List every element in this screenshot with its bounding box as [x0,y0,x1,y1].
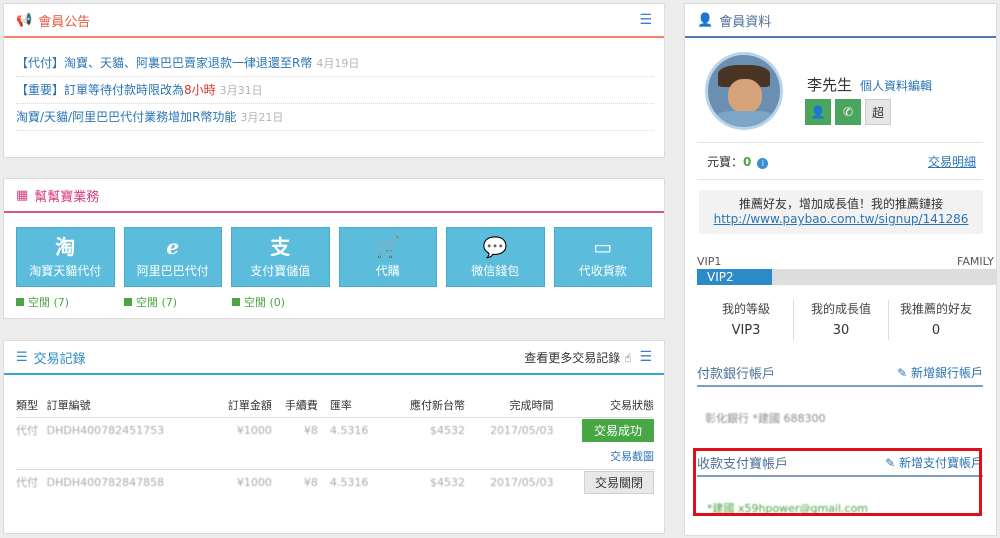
idle-status: 空閒 (7) [124,294,223,310]
col-header: 訂單金額 [210,393,272,418]
tile-taobao[interactable]: 淘淘寶天貓代付 [16,227,115,287]
bank-account-value: 彰化銀行 *建國 688300 [705,412,826,425]
list-icon: ☰ [16,349,28,365]
avatar [705,52,783,130]
cart-icon: 🛒 [375,234,401,259]
hamburger-menu-icon[interactable]: ☰ [639,349,652,365]
megaphone-icon: 📢 [16,12,33,28]
table-row: 代付 DHDH400782451753 ¥1000 ¥8 4.5316 $453… [16,417,654,443]
tile-purchase[interactable]: 🛒 代購 [338,227,437,287]
member-title: 會員資料 [719,14,772,30]
profile-icon-button[interactable]: 👤 [805,99,831,125]
super-badge[interactable]: 超 [865,99,891,125]
services-header: ▦ 幫幫寶業務 [4,179,664,213]
transactions-panel: ☰ 交易記錄 查看更多交易記錄 ☝ ☰ 類型 訂單編號 訂單金額 手續費 匯率 … [3,340,665,534]
wechat-icon: 💬 [482,234,508,259]
member-stats: 我的等級 VIP3 我的成長值 30 我推薦的好友 0 [699,300,983,340]
alibaba-icon: ℯ [166,234,180,259]
add-bank-account-link[interactable]: ✎ 新增銀行帳戶 [897,364,983,381]
phone-icon-button[interactable]: ✆ [835,99,861,125]
bank-account-section: 付款銀行帳戶 ✎ 新增銀行帳戶 [697,359,983,387]
screenshot-link[interactable]: 交易截圖 [610,450,654,463]
col-header: 訂單編號 [46,393,211,418]
stat-level: 我的等級 VIP3 [699,300,794,340]
vip-progress-fill: VIP2 [697,269,772,285]
tile-cod[interactable]: ▭ 代收貨款 [553,227,652,287]
col-header: 交易狀態 [553,393,654,418]
announcement-item[interactable]: 【代付】淘寶、天貓、阿裏巴巴賣家退款一律退還至R幣 4月19日 [16,50,654,77]
services-panel: ▦ 幫幫寶業務 淘淘寶天貓代付 ℯ 阿里巴巴代付 支支付寶儲值 🛒 代購 💬 微信錢包… [3,178,665,319]
pointer-icon: ☝ [624,350,632,365]
coin-balance: 元寶：0 i [707,153,769,170]
status-success-button[interactable]: 交易成功 [581,418,654,442]
phone-icon: ✆ [842,105,854,119]
status-closed-button[interactable]: 交易關閉 [583,470,654,494]
col-header: 類型 [16,393,47,418]
announcements-header: 📢 會員公告 ☰ [4,4,664,38]
idle-status: 空閒 (0) [232,294,331,310]
vip-end-label: FAMILY [957,255,994,268]
referral-box: 推薦好友，增加成長值！我的推薦鏈接 http://www.paybao.com.… [699,190,983,234]
announcements-panel: 📢 會員公告 ☰ 【代付】淘寶、天貓、阿裏巴巴賣家退款一律退還至R幣 4月19日 … [3,3,665,158]
card-icon: ▭ [593,234,613,259]
announcements-title: 會員公告 [38,14,91,30]
status-square-icon [16,298,24,306]
divider [697,142,983,143]
more-transactions-link[interactable]: 查看更多交易記錄 ☝ [524,349,631,366]
transactions-title: 交易記錄 [33,351,86,367]
hamburger-menu-icon[interactable]: ☰ [639,12,652,28]
status-square-icon [124,298,132,306]
services-title: 幫幫寶業務 [34,189,100,205]
table-row: 代付 DHDH400782847858 ¥1000 ¥8 4.5316 $453… [16,469,654,495]
divider [697,179,983,180]
transactions-table: 類型 訂單編號 訂單金額 手續費 匯率 應付新台幣 完成時間 交易狀態 代付 D… [16,393,654,495]
referral-link[interactable]: http://www.paybao.com.tw/signup/141286 [714,212,969,226]
user-name: 李先生 [807,76,853,94]
status-square-icon [232,298,240,306]
highlight-box [693,448,982,516]
transaction-detail-link[interactable]: 交易明細 [928,153,976,170]
grid-icon: ▦ [16,187,29,203]
info-icon: i [757,158,769,169]
idle-status: 空閒 (7) [16,294,115,310]
col-header: 手續費 [271,393,318,418]
stat-referrals: 我推薦的好友 0 [899,302,972,338]
transactions-header: ☰ 交易記錄 查看更多交易記錄 ☝ ☰ [4,341,664,375]
alipay-icon: 支 [270,234,291,259]
table-row-extra: 交易截圖 [16,443,654,470]
vip-start-label: VIP1 [697,255,722,268]
col-header: 完成時間 [465,393,554,418]
tile-wechat[interactable]: 💬 微信錢包 [446,227,545,287]
user-icon: 👤 [810,105,826,119]
member-header: 👤 會員資料 [685,4,996,38]
col-header: 應付新台幣 [388,393,466,418]
tile-alibaba[interactable]: ℯ 阿里巴巴代付 [123,227,222,287]
taobao-icon: 淘 [55,234,76,259]
user-icon: 👤 [697,12,714,28]
tile-alipay[interactable]: 支支付寶儲值 [231,227,330,287]
announcement-item[interactable]: 【重要】訂單等待付款時限改為8小時 3月31日 [16,77,654,104]
vip-progress-bar: VIP2 [697,269,996,285]
stat-growth: 我的成長值 30 [794,300,889,340]
edit-icon: ✎ [897,365,908,380]
edit-profile-link[interactable]: 個人資料編輯 [860,77,932,94]
announcement-item[interactable]: 淘寶/天貓/阿里巴巴代付業務增加R幣功能 3月21日 [16,104,654,131]
col-header: 匯率 [317,393,389,418]
